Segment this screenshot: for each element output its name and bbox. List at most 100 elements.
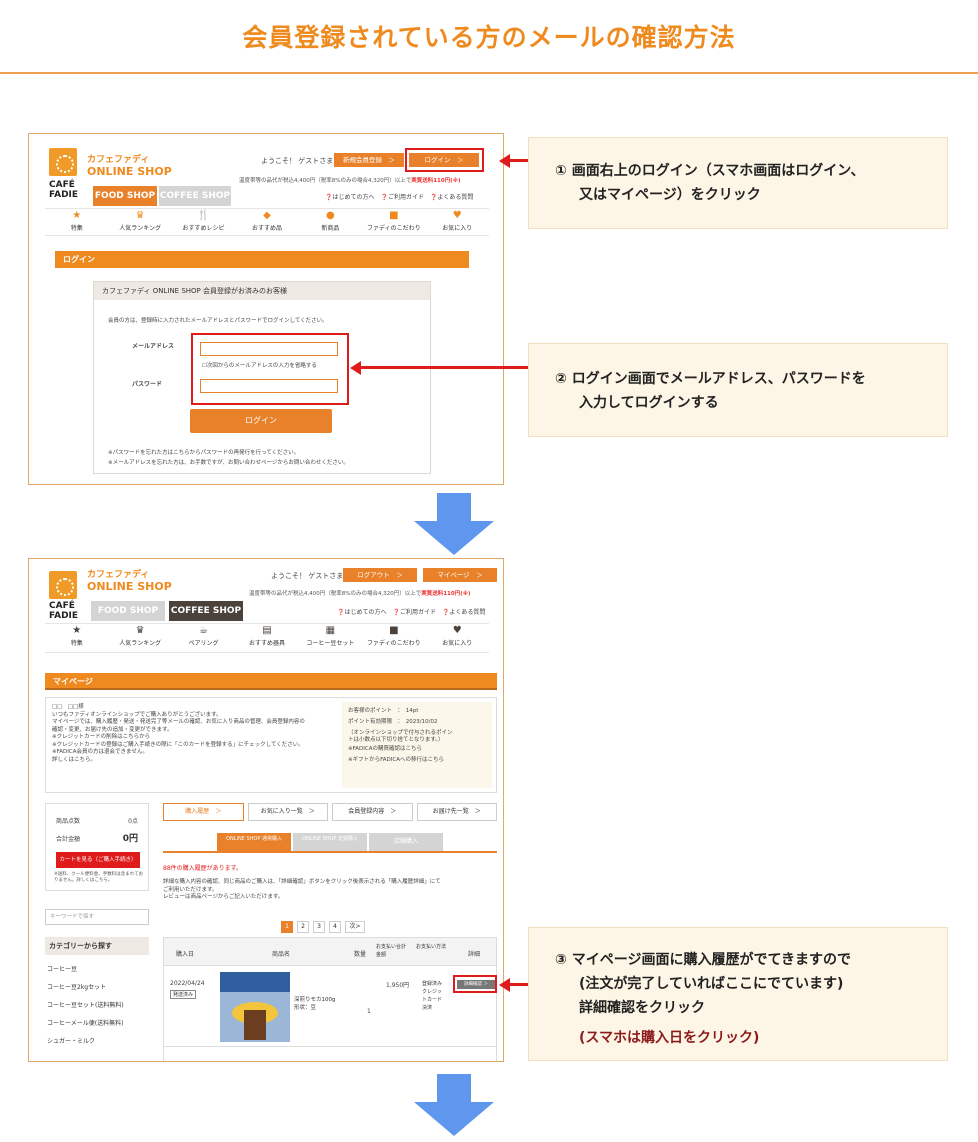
col-date: 購入日 xyxy=(176,951,195,958)
tab-member-info[interactable]: 会員登録内容 ＞ xyxy=(332,803,413,821)
col-total: お支払い合計金額 xyxy=(376,944,407,958)
welcome-text: ようこそ！ ゲストさま xyxy=(261,157,334,165)
page-next[interactable]: 次> xyxy=(345,921,365,933)
help-links[interactable]: ❓はじめての方へ ❓ご利用ガイド ❓よくある質問 xyxy=(337,607,485,616)
nav-item[interactable]: ◆ おすすめ品 xyxy=(237,209,297,235)
category-title: カテゴリーから探す xyxy=(45,937,149,955)
col-product: 商品名 xyxy=(272,951,291,958)
highlight-login-form xyxy=(191,333,349,405)
mypage-button[interactable]: マイページ ＞ xyxy=(423,568,497,582)
step3-arrow-head xyxy=(499,978,510,992)
nav-item[interactable]: ★ 特集 xyxy=(47,209,107,235)
nav-item[interactable]: ★ 特集 xyxy=(47,624,107,652)
step2-callout: ② ログイン画面でメールアドレス、パスワードを 入力してログインする xyxy=(528,343,948,437)
cart-total: 0円 xyxy=(122,834,138,844)
category-item[interactable]: コーヒー豆セット(送料無料) xyxy=(47,997,147,1015)
nav-item[interactable]: ▦ コーヒー豆セット xyxy=(300,624,360,652)
page-1[interactable]: 1 xyxy=(281,921,293,933)
nav-item[interactable]: ■ ファディのこだわり xyxy=(364,209,424,235)
row-divider xyxy=(164,1046,496,1047)
mypage-tabs: 購入履歴 ＞ お気に入り一覧 ＞ 会員登録内容 ＞ お届け先一覧 ＞ xyxy=(163,803,497,821)
cart-total-label: 合計金額 xyxy=(56,836,81,843)
member-info-box: □□ □□様 いつもファディオンラインショップでご購入ありがとうございます。 マイペ… xyxy=(45,697,497,793)
category-item[interactable]: コーヒー豆 xyxy=(47,961,147,979)
shipping-notice: 温度帯等の品代が税込4,400円（税率8%のみの場合4,320円）以上で実質送料… xyxy=(239,178,461,184)
step2-arrow-head xyxy=(350,361,361,375)
down-arrow-icon xyxy=(414,493,494,555)
col-detail: 詳細 xyxy=(468,951,481,958)
category-item[interactable]: コーヒー豆2kgセット xyxy=(47,979,147,997)
table-header-row xyxy=(164,938,496,966)
password-label: パスワード xyxy=(132,381,163,388)
tab-purchase-history[interactable]: 購入履歴 ＞ xyxy=(163,803,244,821)
nav-item[interactable]: 🍴 おすすめレシピ xyxy=(174,209,234,235)
nav-item[interactable]: ☕ ペアリング xyxy=(174,624,234,652)
highlight-login xyxy=(405,148,484,172)
cafe-fadie-logo xyxy=(49,148,77,176)
subtab-underline xyxy=(163,851,497,853)
main-nav: ★ 特集 ♛ 人気ランキング 🍴 おすすめレシピ ◆ おすすめ品 ● 新商品 ■ ファディの… xyxy=(45,208,489,236)
category-item[interactable]: コーヒーメール便(送料無料) xyxy=(47,1015,147,1033)
nav-item[interactable]: ▤ おすすめ器具 xyxy=(237,624,297,652)
login-box-title: カフェファディ ONLINE SHOP 会員登録がお済みのお客様 xyxy=(94,282,430,300)
tab-food-shop[interactable]: FOOD SHOP xyxy=(91,601,165,621)
tab-favorites[interactable]: お気に入り一覧 ＞ xyxy=(247,803,328,821)
tab-food-shop[interactable]: FOOD SHOP xyxy=(93,186,157,206)
welcome-text: ようこそ！ ゲストさま xyxy=(271,572,344,580)
nav-item[interactable]: ■ ファディのこだわり xyxy=(364,624,424,652)
step3-callout: ③ マイページ画面に購入履歴がでてきますので (注文が完了していればここにでてい… xyxy=(528,927,948,1061)
history-table: 購入日 商品名 数量 お支払い合計金額 お支払い方法 詳細 2022/04/24… xyxy=(163,937,497,1061)
page-title: 会員登録されている方のメールの確認方法 xyxy=(242,23,736,52)
page-2[interactable]: 2 xyxy=(297,921,309,933)
subtab-subscription[interactable]: ONLINE SHOP 定期購入 xyxy=(293,833,367,851)
col-payment: お支払い方法 xyxy=(416,944,447,950)
logout-button[interactable]: ログアウト ＞ xyxy=(343,568,417,582)
cart-count: 0点 xyxy=(128,818,138,825)
login-submit-button[interactable]: ログイン xyxy=(190,409,332,433)
product-image[interactable] xyxy=(220,972,290,1042)
shop-name: カフェファディ ONLINE SHOP xyxy=(87,570,172,593)
order-date[interactable]: 2022/04/24 xyxy=(170,980,205,987)
page-4[interactable]: 4 xyxy=(329,921,341,933)
member-greeting: □□ □□様 いつもファディオンラインショップでご購入ありがとうございます。 マイペ… xyxy=(52,704,305,763)
category-item[interactable]: シュガー・ミルク xyxy=(47,1033,147,1051)
nav-item[interactable]: ♛ 人気ランキング xyxy=(110,209,170,235)
tab-addresses[interactable]: お届け先一覧 ＞ xyxy=(416,803,497,821)
subtab-online[interactable]: ONLINE SHOP 通常購入 xyxy=(217,833,291,851)
keyword-search-input[interactable]: キーワードで探す xyxy=(45,909,149,925)
step3-line3: 詳細確認をクリック xyxy=(579,1000,705,1016)
tab-coffee-shop[interactable]: COFFEE SHOP xyxy=(169,601,243,621)
register-button[interactable]: 新規会員登録 ＞ xyxy=(334,153,404,167)
payment-method: 登録済みクレジットカード決済 xyxy=(422,981,443,1011)
page-3[interactable]: 3 xyxy=(313,921,325,933)
step1-line2: 又はマイページ）をクリック xyxy=(579,187,761,203)
brand-name: CAFÉ FADIE xyxy=(49,180,79,200)
cart-count-label: 商品点数 xyxy=(56,818,81,825)
step1-arrow-head xyxy=(499,154,510,168)
category-list: コーヒー豆 コーヒー豆2kgセット コーヒー豆セット(送料無料) コーヒーメール… xyxy=(47,961,147,1051)
login-description: 会員の方は、登録時に入力されたメールアドレスとパスワードでログインしてください。 xyxy=(108,318,328,324)
nav-item[interactable]: ♥ お気に入り xyxy=(427,209,487,235)
points-box: お客様のポイント ： 14pt ポイント有効期限 ： 2023/10/02 （オンラ… xyxy=(342,702,492,788)
step1-line1: ① 画面右上のログイン（スマホ画面はログイン、 xyxy=(555,163,865,179)
view-cart-button[interactable]: カートを見る（ご購入手続き） xyxy=(56,852,140,868)
status-badge: 発送済み xyxy=(170,990,197,999)
step3-line2: (注文が完了していればここにでています) xyxy=(579,976,844,992)
order-qty: 1 xyxy=(367,1008,371,1015)
cafe-fadie-logo xyxy=(49,571,77,599)
subtab-store[interactable]: 店舗購入 xyxy=(369,833,443,851)
cart-note: ※送料、クール便料金、手数料は含まれておりません。詳しくはこちら。 xyxy=(54,872,143,883)
product-name[interactable]: 深煎りモカ100g 形状：豆 xyxy=(294,996,336,1012)
down-arrow-icon xyxy=(414,1074,494,1136)
forgot-password-note: ※パスワードを忘れた方はこちらからパスワードの再発行を行ってください。 xyxy=(108,450,300,456)
tab-coffee-shop[interactable]: COFFEE SHOP xyxy=(159,186,231,206)
nav-item[interactable]: ♥ お気に入り xyxy=(427,624,487,652)
history-count: 88件の購入履歴があります。 xyxy=(163,865,243,872)
help-links[interactable]: ❓はじめての方へ ❓ご利用ガイド ❓よくある質問 xyxy=(325,192,473,201)
login-screenshot: CAFÉ FADIE カフェファディ ONLINE SHOP FOOD SHOP C… xyxy=(28,133,504,485)
step1-arrow-line xyxy=(510,159,528,162)
order-total: 1,950円 xyxy=(386,982,410,989)
nav-item[interactable]: ♛ 人気ランキング xyxy=(110,624,170,652)
step3-line1: ③ マイページ画面に購入履歴がでてきますので xyxy=(555,952,852,968)
nav-item[interactable]: ● 新商品 xyxy=(300,209,360,235)
